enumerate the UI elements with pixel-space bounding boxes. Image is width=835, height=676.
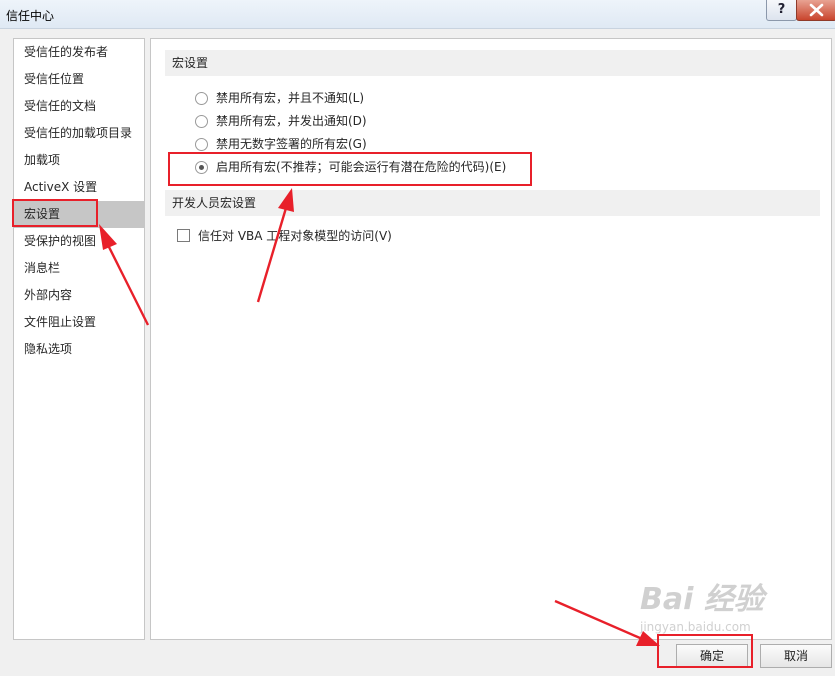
radio-button[interactable] [195,115,208,128]
sidebar-item-trusted-publishers[interactable]: 受信任的发布者 [14,39,144,66]
sidebar-item-trusted-locations[interactable]: 受信任位置 [14,66,144,93]
sidebar-item-activex[interactable]: ActiveX 设置 [14,174,144,201]
annotation-box-sidebar [12,199,98,227]
sidebar-item-message-bar[interactable]: 消息栏 [14,255,144,282]
radio-label: 禁用所有宏，并且不通知(L) [216,91,365,105]
title-bar: 信任中心 ? [0,0,835,29]
radio-button[interactable] [195,138,208,151]
sidebar-item-external-content[interactable]: 外部内容 [14,282,144,309]
sidebar-item-trusted-documents[interactable]: 受信任的文档 [14,93,144,120]
radio-label: 禁用无数字签署的所有宏(G) [216,137,367,151]
trust-vba-label: 信任对 VBA 工程对象模型的访问(V) [198,229,392,243]
developer-settings-header: 开发人员宏设置 [165,190,820,216]
window-title: 信任中心 [6,9,55,23]
sidebar: 受信任的发布者 受信任位置 受信任的文档 受信任的加载项目录 加载项 Activ… [13,38,145,640]
trust-vba-checkbox[interactable] [177,229,190,242]
close-button[interactable] [796,0,835,21]
close-icon [809,3,824,17]
sidebar-item-file-block[interactable]: 文件阻止设置 [14,309,144,336]
sidebar-item-trusted-addin-catalogs[interactable]: 受信任的加载项目录 [14,120,144,147]
watermark-url: jingyan.baidu.com [640,620,751,634]
sidebar-item-protected-view[interactable]: 受保护的视图 [14,228,144,255]
sidebar-item-privacy[interactable]: 隐私选项 [14,336,144,363]
annotation-box-option [168,152,532,186]
radio-button[interactable] [195,92,208,105]
radio-label: 禁用所有宏，并发出通知(D) [216,114,367,128]
main-panel: 宏设置 禁用所有宏，并且不通知(L) 禁用所有宏，并发出通知(D) 禁用无数字签… [150,38,832,640]
watermark-logo-text: Bai 经验 [640,582,764,617]
macro-settings-header: 宏设置 [165,50,820,76]
help-button[interactable]: ? [766,0,797,21]
cancel-button[interactable]: 取消 [760,644,832,668]
annotation-box-ok [657,634,753,668]
sidebar-item-addins[interactable]: 加载项 [14,147,144,174]
